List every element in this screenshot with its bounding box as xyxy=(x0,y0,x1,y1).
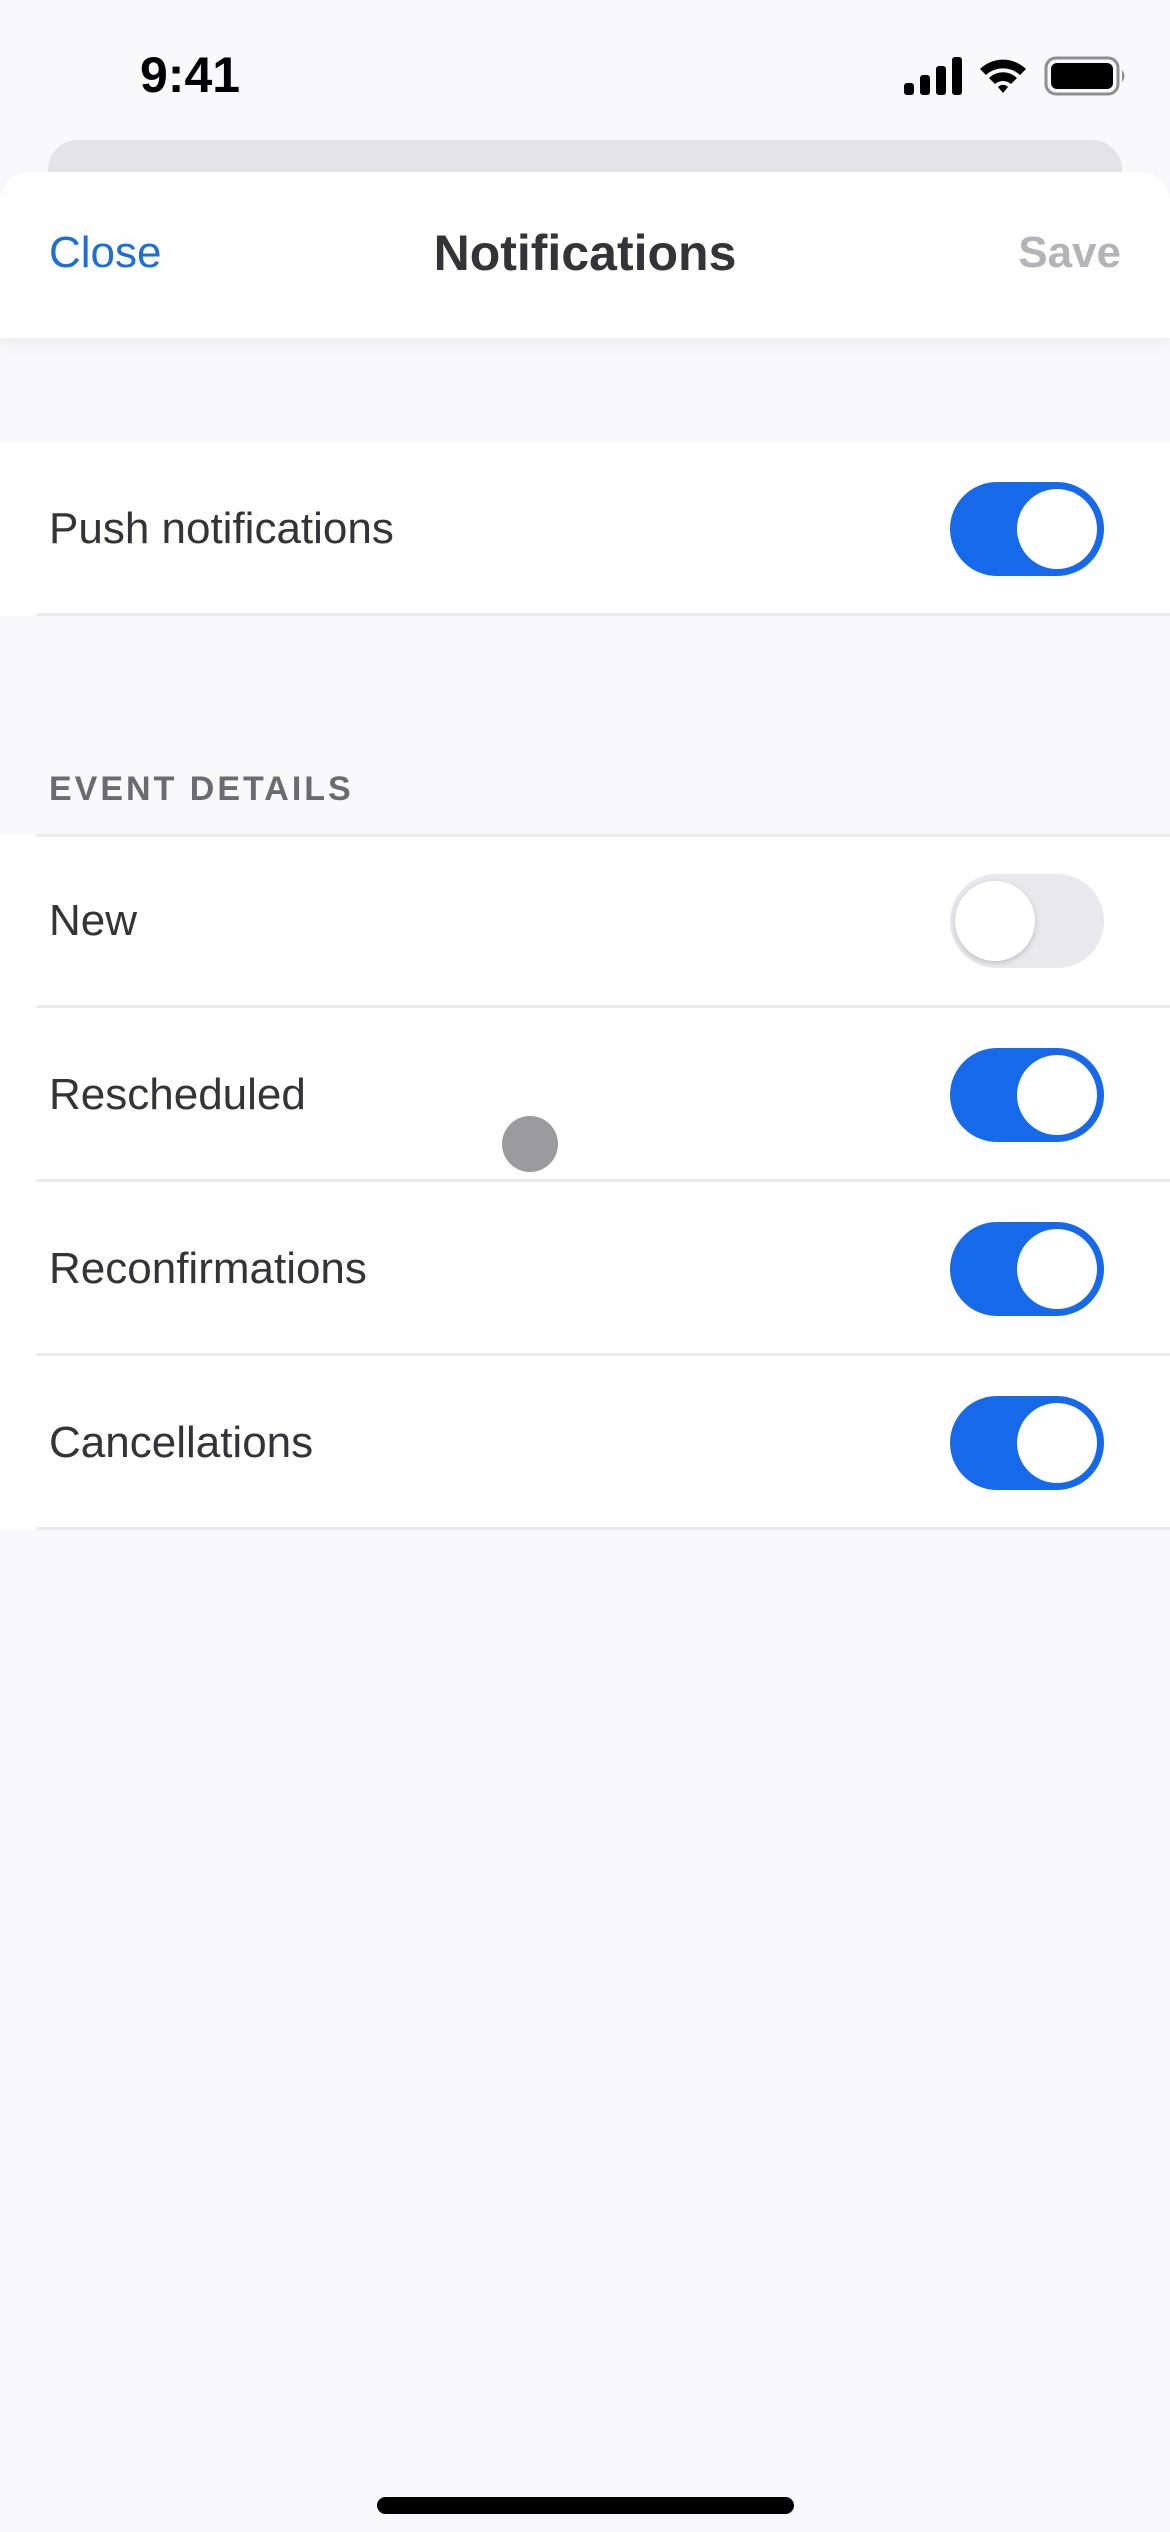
row-divider xyxy=(36,613,1170,616)
toggle-knob xyxy=(1017,1403,1097,1483)
event-row-new: New xyxy=(0,834,1170,1008)
navigation-bar: Close Notifications Save xyxy=(0,172,1170,338)
toggle-knob xyxy=(1017,1055,1097,1135)
event-row-label: New xyxy=(49,896,138,945)
new-toggle[interactable] xyxy=(950,874,1104,968)
push-notifications-row: Push notifications xyxy=(0,442,1170,616)
event-row-cancellations: Cancellations xyxy=(0,1356,1170,1530)
event-row-reconfirmations: Reconfirmations xyxy=(0,1182,1170,1356)
rescheduled-toggle[interactable] xyxy=(950,1048,1104,1142)
event-row-label: Reconfirmations xyxy=(49,1244,367,1293)
toggle-knob xyxy=(955,881,1035,961)
event-row-label: Rescheduled xyxy=(49,1070,306,1119)
status-bar: 9:41 xyxy=(0,0,1170,140)
row-divider xyxy=(36,834,1170,837)
status-time: 9:41 xyxy=(140,47,241,103)
battery-icon xyxy=(1044,56,1128,101)
save-button[interactable]: Save xyxy=(1018,228,1121,278)
push-notifications-label: Push notifications xyxy=(49,504,394,553)
cellular-signal-icon xyxy=(904,56,962,100)
cancellations-toggle[interactable] xyxy=(950,1396,1104,1490)
reconfirmations-toggle[interactable] xyxy=(950,1222,1104,1316)
status-icons xyxy=(904,56,1128,100)
section-header-event-details: EVENT DETAILS xyxy=(49,770,354,808)
row-divider xyxy=(36,1527,1170,1530)
push-notifications-toggle[interactable] xyxy=(950,482,1104,576)
event-row-label: Cancellations xyxy=(49,1418,314,1467)
toggle-knob xyxy=(1017,489,1097,569)
home-indicator[interactable] xyxy=(377,2497,794,2514)
wifi-icon xyxy=(978,57,1028,100)
event-row-rescheduled: Rescheduled xyxy=(0,1008,1170,1182)
toggle-knob xyxy=(1017,1229,1097,1309)
touch-indicator xyxy=(502,1116,558,1172)
page-title: Notifications xyxy=(433,225,737,281)
